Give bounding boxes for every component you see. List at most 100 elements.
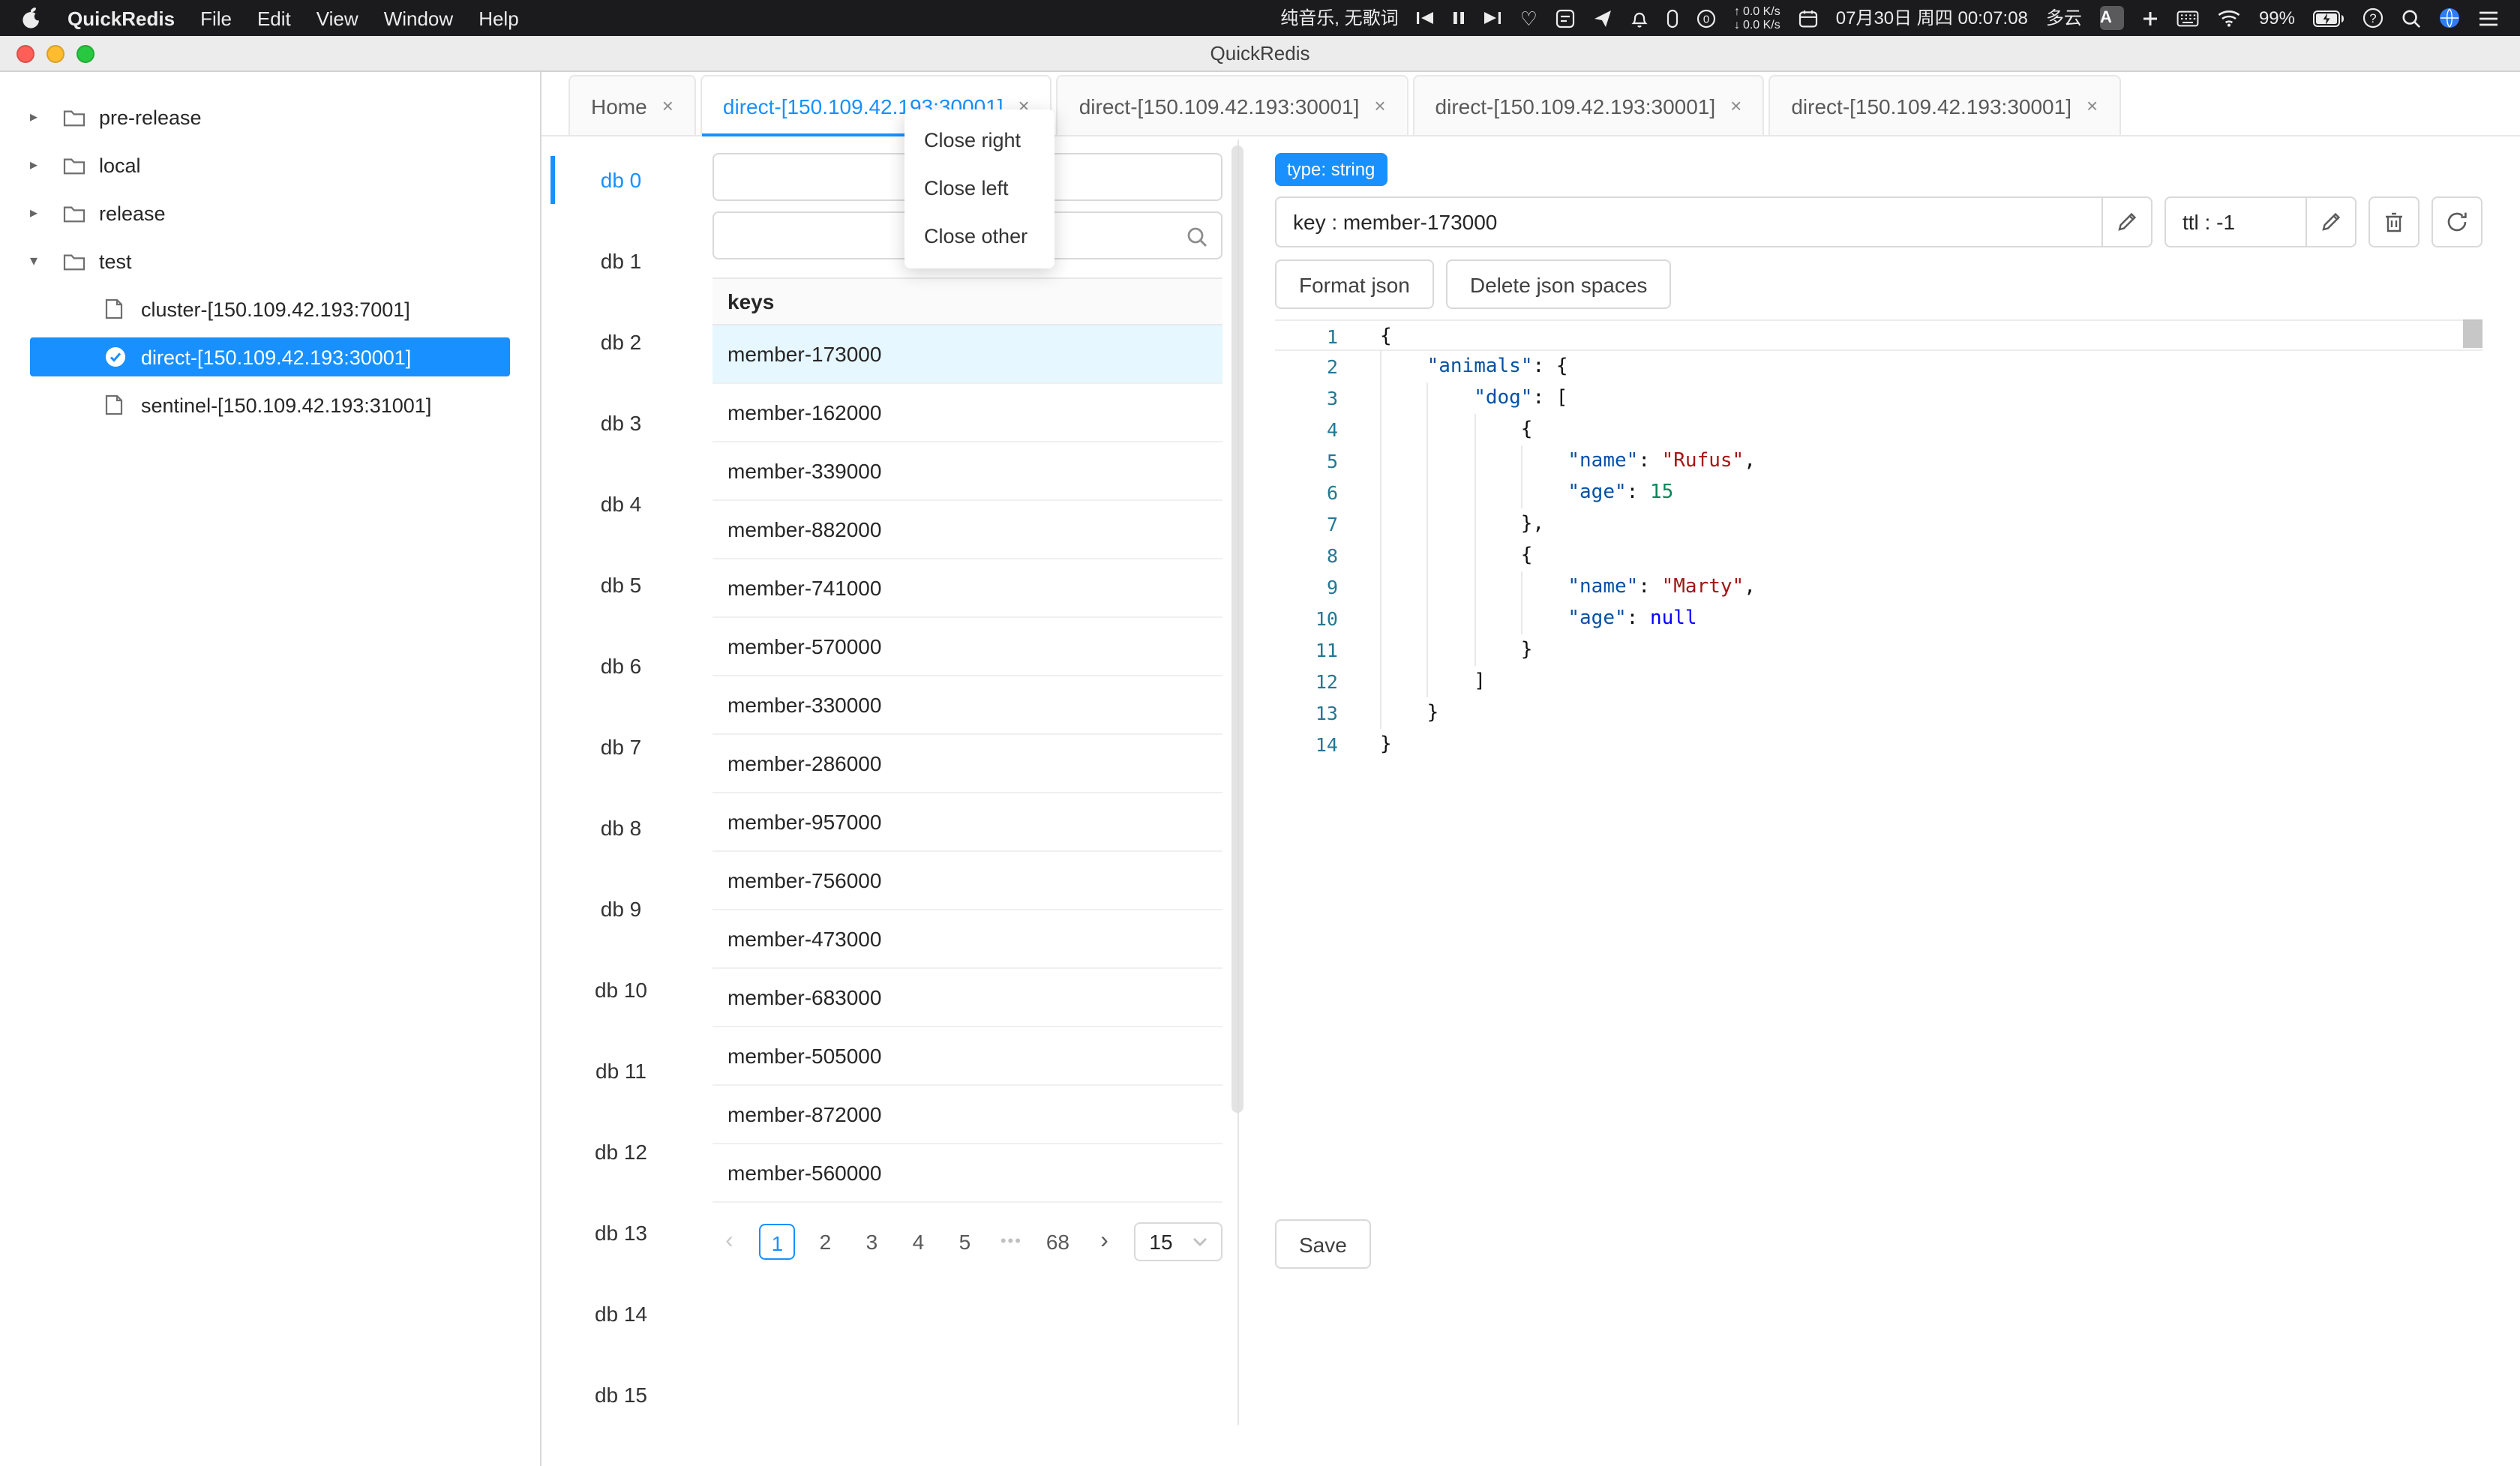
page-size-select[interactable]: 15 xyxy=(1134,1222,1222,1261)
tree-item[interactable]: direct-[150.109.42.193:30001] xyxy=(0,333,540,381)
pagination-page-5[interactable]: 5 xyxy=(948,1224,981,1260)
db-item-db-13[interactable]: db 13 xyxy=(550,1192,692,1273)
chevron-right-icon[interactable]: ▸ xyxy=(30,205,63,221)
db-item-db-4[interactable]: db 4 xyxy=(550,463,692,544)
context-menu-item-close-right[interactable]: Close right xyxy=(904,117,1054,165)
db-item-db-3[interactable]: db 3 xyxy=(550,382,692,463)
db-item-db-14[interactable]: db 14 xyxy=(550,1273,692,1354)
db-item-db-15[interactable]: db 15 xyxy=(550,1354,692,1435)
battery-percent-text[interactable]: 99% xyxy=(2259,9,2295,27)
key-list-item[interactable]: member-339000 xyxy=(712,442,1222,501)
pagination-page-1[interactable]: 1 xyxy=(759,1224,795,1260)
pagination-prev-icon[interactable]: ‹ xyxy=(712,1224,746,1260)
db-item-db-6[interactable]: db 6 xyxy=(550,625,692,706)
ttl-input[interactable] xyxy=(2164,196,2307,247)
input-method-badge[interactable]: A xyxy=(2100,6,2124,30)
pagination-page-3[interactable]: 3 xyxy=(855,1224,888,1260)
key-name-input[interactable] xyxy=(1275,196,2103,247)
shortcuts-plus-icon[interactable] xyxy=(2142,10,2158,26)
key-list-item[interactable]: member-872000 xyxy=(712,1086,1222,1144)
context-menu-item-close-other[interactable]: Close other xyxy=(904,213,1054,261)
keyboard-icon[interactable] xyxy=(2176,10,2199,26)
pagination-ellipsis[interactable]: ••• xyxy=(994,1224,1028,1260)
key-list-item[interactable]: member-683000 xyxy=(712,969,1222,1027)
db-item-db-7[interactable]: db 7 xyxy=(550,706,692,787)
editor-scrollbar-thumb[interactable] xyxy=(2463,319,2482,348)
edit-key-button[interactable] xyxy=(2102,196,2152,247)
weather-text[interactable]: 多云 xyxy=(2046,9,2082,27)
wifi-icon[interactable] xyxy=(2217,9,2241,27)
menu-view[interactable]: View xyxy=(316,7,358,29)
pagination-page-68[interactable]: 68 xyxy=(1041,1224,1074,1260)
context-menu-item-close-left[interactable]: Close left xyxy=(904,165,1054,213)
db-item-db-5[interactable]: db 5 xyxy=(550,544,692,625)
db-item-db-1[interactable]: db 1 xyxy=(550,220,692,301)
menu-window[interactable]: Window xyxy=(384,7,454,29)
network-speed[interactable]: ↑0.0 K/s ↓0.0 K/s xyxy=(1734,4,1780,31)
tab-connection-3[interactable]: direct-[150.109.42.193:30001]× xyxy=(1413,75,1765,135)
tab-connection-4[interactable]: direct-[150.109.42.193:30001]× xyxy=(1768,75,2120,135)
menu-file[interactable]: File xyxy=(200,7,232,29)
key-list-item[interactable]: member-882000 xyxy=(712,501,1222,559)
tree-item[interactable]: ▾test xyxy=(0,237,540,285)
save-button[interactable]: Save xyxy=(1275,1219,1371,1269)
key-list-item[interactable]: member-162000 xyxy=(712,384,1222,442)
favorite-heart-icon[interactable]: ♡ xyxy=(1520,8,1538,28)
tree-item[interactable]: ▸local xyxy=(0,141,540,189)
key-list-item[interactable]: member-570000 xyxy=(712,618,1222,676)
key-list-item[interactable]: member-560000 xyxy=(712,1144,1222,1203)
app-menu-title[interactable]: QuickRedis xyxy=(68,7,175,29)
delete-key-button[interactable] xyxy=(2368,196,2420,247)
edit-ttl-button[interactable] xyxy=(2306,196,2356,247)
tab-close-icon[interactable]: × xyxy=(662,94,674,117)
db-item-db-0[interactable]: db 0 xyxy=(550,139,692,220)
pagination-page-2[interactable]: 2 xyxy=(808,1224,842,1260)
tab-connection-2[interactable]: direct-[150.109.42.193:30001]× xyxy=(1057,75,1408,135)
format-json-button[interactable]: Format json xyxy=(1275,259,1434,309)
menu-edit[interactable]: Edit xyxy=(257,7,291,29)
media-pause-icon[interactable] xyxy=(1453,10,1466,25)
datetime-text[interactable]: 07月30日 周四 00:07:08 xyxy=(1836,9,2028,27)
db-item-db-11[interactable]: db 11 xyxy=(550,1030,692,1111)
key-list-item[interactable]: member-957000 xyxy=(712,793,1222,852)
minimize-window-button[interactable] xyxy=(46,45,64,63)
key-list-item[interactable]: member-505000 xyxy=(712,1027,1222,1086)
refresh-key-button[interactable] xyxy=(2432,196,2482,247)
editor-scrollbar[interactable] xyxy=(2462,319,2482,1171)
lyrics-icon[interactable] xyxy=(1556,8,1575,28)
key-list-item[interactable]: member-330000 xyxy=(712,676,1222,735)
pagination-page-4[interactable]: 4 xyxy=(902,1224,934,1260)
tree-item[interactable]: cluster-[150.109.42.193:7001] xyxy=(0,285,540,333)
help-icon[interactable]: ? xyxy=(2362,7,2384,28)
bell-icon[interactable] xyxy=(1630,8,1648,28)
tree-item[interactable]: ▸release xyxy=(0,189,540,237)
zoom-window-button[interactable] xyxy=(76,45,94,63)
browser-globe-icon[interactable] xyxy=(2439,7,2460,28)
tab-close-icon[interactable]: × xyxy=(2086,94,2098,117)
chevron-down-icon[interactable]: ▾ xyxy=(30,253,63,269)
zero-badge-icon[interactable]: 0 xyxy=(1696,8,1716,28)
db-item-db-10[interactable]: db 10 xyxy=(550,949,692,1030)
close-window-button[interactable] xyxy=(16,45,34,63)
key-list-item[interactable]: member-741000 xyxy=(712,559,1222,618)
panel-scrollbar[interactable] xyxy=(1232,145,1244,1113)
tree-item[interactable]: ▸pre-release xyxy=(0,93,540,141)
chevron-right-icon[interactable]: ▸ xyxy=(30,157,63,173)
pill-icon[interactable] xyxy=(1666,8,1678,28)
db-item-db-8[interactable]: db 8 xyxy=(550,787,692,868)
tab-home[interactable]: Home× xyxy=(568,75,696,135)
calendar-icon[interactable] xyxy=(1798,8,1818,28)
key-list-item[interactable]: member-286000 xyxy=(712,735,1222,793)
key-list-item[interactable]: member-756000 xyxy=(712,852,1222,910)
key-list-item[interactable]: member-473000 xyxy=(712,910,1222,969)
tab-close-icon[interactable]: × xyxy=(1374,94,1385,117)
db-item-db-2[interactable]: db 2 xyxy=(550,301,692,382)
spotlight-search-icon[interactable] xyxy=(2402,8,2421,28)
db-item-db-9[interactable]: db 9 xyxy=(550,868,692,949)
menu-help[interactable]: Help xyxy=(478,7,519,29)
key-list-item[interactable]: member-173000 xyxy=(712,325,1222,384)
send-icon[interactable] xyxy=(1593,8,1612,28)
delete-json-spaces-button[interactable]: Delete json spaces xyxy=(1446,259,1672,309)
pagination-next-icon[interactable]: › xyxy=(1088,1224,1120,1260)
search-icon[interactable] xyxy=(1186,226,1208,255)
